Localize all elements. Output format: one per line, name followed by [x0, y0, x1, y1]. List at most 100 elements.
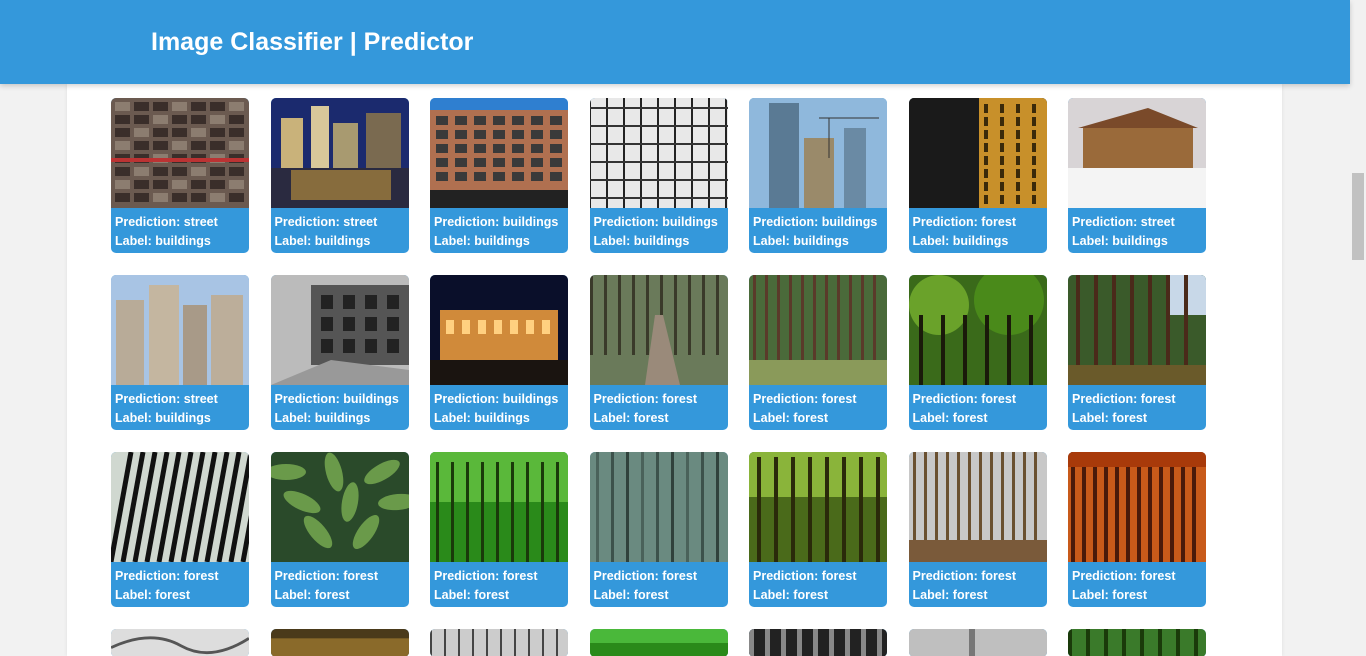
sample-image	[111, 98, 249, 208]
card-caption: Prediction: street Label: buildings	[1068, 208, 1206, 251]
card-caption: Prediction: forest Label: forest	[590, 385, 728, 428]
sample-image	[1068, 98, 1206, 208]
prediction-card: Prediction: forest Label: forest	[270, 452, 409, 607]
card-caption: Prediction: forest Label: forest	[590, 562, 728, 605]
card-caption: Prediction: forest Label: forest	[111, 562, 249, 605]
sample-image	[1068, 452, 1206, 562]
sample-image	[111, 629, 249, 656]
prediction-card: Prediction: forest Label: buildings	[908, 98, 1047, 253]
prediction-card: Prediction: forest Label: forest	[1068, 275, 1206, 430]
prediction-text: Prediction: forest	[753, 569, 857, 583]
prediction-card: Prediction: forest Label: forest	[749, 275, 887, 430]
sample-image	[908, 275, 1047, 385]
label-text: Label: forest	[1072, 411, 1148, 425]
prediction-text: Prediction: forest	[593, 569, 698, 583]
sample-image	[270, 98, 409, 208]
label-text: Label: buildings	[912, 234, 1009, 248]
label-text: Label: forest	[274, 588, 350, 602]
prediction-card: Prediction: street Label: buildings	[111, 275, 249, 430]
card-caption: Prediction: buildings Label: buildings	[590, 208, 728, 251]
sample-image	[430, 452, 568, 562]
label-text: Label: buildings	[274, 411, 371, 425]
sample-image	[589, 629, 728, 656]
card-caption: Prediction: buildings Label: buildings	[430, 208, 568, 251]
prediction-card: Prediction: forest Label: forest	[589, 452, 728, 607]
sample-image	[908, 452, 1047, 562]
prediction-card: Prediction: forest Label: forest	[908, 452, 1047, 607]
prediction-card: Prediction: forest Label: forest	[749, 452, 887, 607]
sample-image	[270, 275, 409, 385]
prediction-grid: Prediction: street Label: buildings Pred…	[111, 98, 1206, 656]
prediction-text: Prediction: forest	[1072, 392, 1176, 406]
card-caption: Prediction: buildings Label: buildings	[430, 385, 568, 428]
prediction-card	[270, 629, 409, 656]
prediction-text: Prediction: forest	[274, 569, 379, 583]
card-caption: Prediction: buildings Label: buildings	[749, 208, 887, 251]
prediction-card	[430, 629, 568, 656]
prediction-card: Prediction: buildings Label: buildings	[430, 275, 568, 430]
sample-image	[749, 98, 887, 208]
label-text: Label: forest	[753, 588, 829, 602]
prediction-card: Prediction: buildings Label: buildings	[589, 98, 728, 253]
prediction-text: Prediction: forest	[912, 215, 1017, 229]
card-caption: Prediction: forest Label: forest	[1068, 562, 1206, 605]
label-text: Label: forest	[912, 411, 988, 425]
prediction-text: Prediction: forest	[753, 392, 857, 406]
prediction-card	[589, 629, 728, 656]
label-text: Label: forest	[1072, 588, 1148, 602]
label-text: Label: buildings	[593, 234, 690, 248]
prediction-card	[908, 629, 1047, 656]
sample-image	[430, 98, 568, 208]
label-text: Label: buildings	[434, 234, 530, 248]
label-text: Label: buildings	[753, 234, 849, 248]
prediction-text: Prediction: forest	[115, 569, 219, 583]
card-caption: Prediction: street Label: buildings	[271, 208, 409, 251]
prediction-text: Prediction: street	[1072, 215, 1175, 229]
prediction-text: Prediction: street	[115, 392, 218, 406]
prediction-text: Prediction: forest	[593, 392, 698, 406]
prediction-text: Prediction: buildings	[434, 392, 559, 406]
sample-image	[589, 275, 728, 385]
prediction-card	[1068, 629, 1206, 656]
app-header: Image Classifier | Predictor	[0, 0, 1350, 84]
card-caption: Prediction: forest Label: forest	[909, 562, 1047, 605]
label-text: Label: forest	[593, 588, 669, 602]
prediction-text: Prediction: buildings	[274, 392, 399, 406]
prediction-text: Prediction: buildings	[434, 215, 559, 229]
sample-image	[908, 629, 1047, 656]
label-text: Label: forest	[434, 588, 510, 602]
prediction-card: Prediction: street Label: buildings	[111, 98, 249, 253]
sample-image	[589, 98, 728, 208]
sample-image	[430, 275, 568, 385]
prediction-card	[111, 629, 249, 656]
prediction-card: Prediction: forest Label: forest	[589, 275, 728, 430]
label-text: Label: forest	[753, 411, 829, 425]
prediction-text: Prediction: forest	[1072, 569, 1176, 583]
label-text: Label: forest	[593, 411, 669, 425]
sample-image	[111, 275, 249, 385]
sample-image	[111, 452, 249, 562]
label-text: Label: buildings	[115, 234, 211, 248]
page-scrollbar[interactable]	[1350, 0, 1366, 656]
label-text: Label: buildings	[115, 411, 211, 425]
card-caption: Prediction: forest Label: forest	[271, 562, 409, 605]
prediction-card: Prediction: forest Label: forest	[1068, 452, 1206, 607]
sample-image	[430, 629, 568, 656]
scrollbar-thumb[interactable]	[1352, 173, 1364, 260]
prediction-card	[749, 629, 887, 656]
label-text: Label: buildings	[274, 234, 371, 248]
card-caption: Prediction: forest Label: forest	[430, 562, 568, 605]
prediction-text: Prediction: forest	[912, 569, 1017, 583]
card-caption: Prediction: buildings Label: buildings	[271, 385, 409, 428]
prediction-text: Prediction: street	[274, 215, 378, 229]
prediction-text: Prediction: buildings	[593, 215, 718, 229]
label-text: Label: forest	[912, 588, 988, 602]
prediction-card: Prediction: buildings Label: buildings	[430, 98, 568, 253]
prediction-text: Prediction: forest	[434, 569, 538, 583]
prediction-card: Prediction: forest Label: forest	[908, 275, 1047, 430]
sample-image	[749, 275, 887, 385]
prediction-text: Prediction: street	[115, 215, 218, 229]
card-caption: Prediction: street Label: buildings	[111, 385, 249, 428]
sample-image	[1068, 275, 1206, 385]
label-text: Label: buildings	[1072, 234, 1168, 248]
